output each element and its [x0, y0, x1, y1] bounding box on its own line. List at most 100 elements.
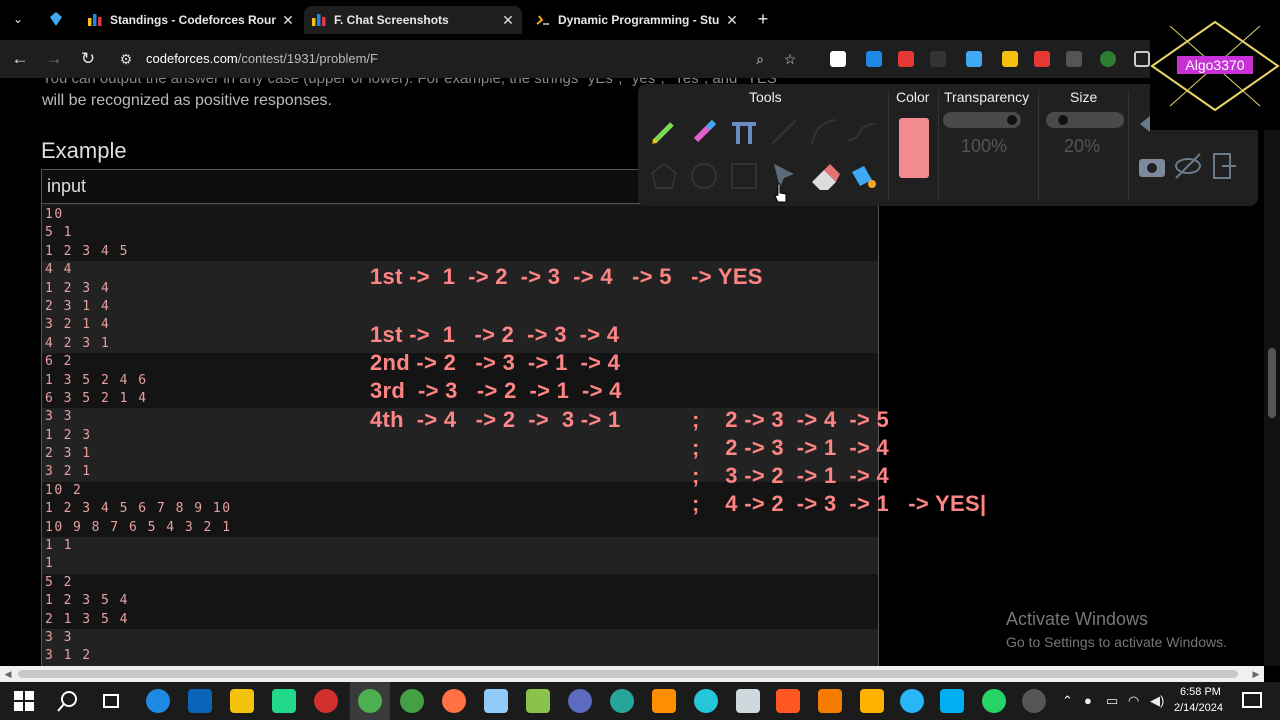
app-icon[interactable] [610, 689, 634, 713]
firefox-icon[interactable] [442, 689, 466, 713]
camera-icon[interactable] [1136, 150, 1168, 182]
annotation-line: ; 2 -> 3 -> 4 -> 5 [692, 407, 890, 432]
line-icon[interactable] [768, 116, 800, 148]
sample-line: 3 3 [42, 628, 878, 648]
divider [1128, 90, 1129, 200]
pycharm-icon[interactable] [272, 689, 296, 713]
url-text[interactable]: codeforces.com/contest/1931/problem/F [146, 51, 378, 66]
task-view-icon[interactable] [100, 689, 124, 713]
extension-icon[interactable] [930, 51, 946, 67]
add-icon[interactable] [1100, 51, 1116, 67]
sublime-icon[interactable] [652, 689, 676, 713]
bookmark-star-icon[interactable]: ☆ [780, 49, 800, 69]
notepad-icon[interactable] [526, 689, 550, 713]
zoom-icon[interactable]: ⌕ [750, 49, 770, 69]
app-grid-icon[interactable] [776, 689, 800, 713]
tab-standings[interactable]: Standings - Codeforces Round ✕ [80, 6, 302, 34]
color-swatch[interactable] [899, 118, 929, 178]
divider [888, 90, 889, 200]
annotation-line: 1st -> 1 -> 2 -> 3 -> 4 [370, 322, 620, 347]
divider [1038, 90, 1039, 200]
annotation-line: 4th -> 4 -> 2 -> 3 -> 1 [370, 407, 621, 432]
opera-icon[interactable] [314, 689, 338, 713]
vscode-icon[interactable] [694, 689, 718, 713]
volume-icon[interactable]: ◀) [1150, 693, 1164, 709]
pen-icon[interactable] [648, 116, 680, 148]
text-icon[interactable] [728, 116, 760, 148]
new-tab-button[interactable]: + [752, 8, 774, 30]
circle-icon[interactable] [688, 160, 720, 192]
close-icon[interactable]: ✕ [724, 6, 740, 34]
skype-icon[interactable] [940, 689, 964, 713]
clock-time[interactable]: 6:58 PM [1180, 686, 1221, 698]
slider-knob[interactable] [1058, 115, 1068, 125]
scrollbar-thumb[interactable] [1268, 348, 1276, 418]
extensions-puzzle-icon[interactable] [1134, 51, 1150, 67]
eraser-icon[interactable] [808, 160, 840, 192]
tab-search-chevron-icon[interactable]: ⌄ [6, 8, 30, 30]
address-bar[interactable]: ⚙ codeforces.com/contest/1931/problem/F … [110, 46, 810, 72]
extension-icon[interactable] [1002, 51, 1018, 67]
app-icon[interactable] [1022, 689, 1046, 713]
browser-toolbar: ← → ↻ ⚙ codeforces.com/contest/1931/prob… [0, 40, 1160, 78]
scroll-right-icon[interactable]: ▶ [1248, 666, 1264, 682]
polygon-icon[interactable] [648, 160, 680, 192]
search-icon[interactable] [56, 689, 80, 713]
windows-start-icon[interactable] [12, 689, 36, 713]
tab-dynamic-programming[interactable]: Dynamic Programming - Study ✕ [528, 6, 746, 34]
edge-icon[interactable] [146, 689, 170, 713]
extension-icon[interactable] [830, 51, 846, 67]
scrollbar-thumb[interactable] [18, 670, 1238, 678]
outlook-icon[interactable] [188, 689, 212, 713]
studyplan-icon [536, 15, 549, 25]
chrome-icon[interactable] [400, 689, 424, 713]
highlighter-icon[interactable] [688, 116, 720, 148]
extension-icon[interactable] [866, 51, 882, 67]
download-icon[interactable] [1066, 51, 1082, 67]
microphone-icon[interactable]: ● [1084, 693, 1092, 708]
file-explorer-icon[interactable] [230, 689, 254, 713]
notification-icon[interactable] [1240, 689, 1264, 713]
back-arrow-icon[interactable]: ← [8, 47, 32, 71]
extension-icon[interactable] [1034, 51, 1050, 67]
connector-icon[interactable] [846, 116, 878, 148]
slider-knob[interactable] [1007, 115, 1017, 125]
chevron-up-icon[interactable]: ⌃ [1062, 693, 1073, 709]
clock-date[interactable]: 2/14/2024 [1174, 702, 1223, 714]
app-cube-icon[interactable] [484, 689, 508, 713]
fill-bucket-icon[interactable] [846, 160, 878, 192]
exit-icon[interactable] [1208, 150, 1240, 182]
extension-icon[interactable] [898, 51, 914, 67]
telegram-icon[interactable] [900, 689, 924, 713]
vertical-scrollbar[interactable] [1264, 78, 1280, 666]
app-icon[interactable] [860, 689, 884, 713]
site-info-icon[interactable]: ⚙ [116, 49, 136, 69]
close-icon[interactable]: ✕ [280, 6, 296, 34]
chrome-icon[interactable] [358, 689, 382, 713]
rectangle-icon[interactable] [728, 160, 760, 192]
app-check-icon[interactable] [568, 689, 592, 713]
tools-label: Tools [749, 89, 782, 105]
browser-tab-strip: ⌄ Standings - Codeforces Round ✕ F. Chat… [0, 0, 1280, 40]
annotation-line: 3rd -> 3 -> 2 -> 1 -> 4 [370, 378, 622, 403]
hand-cursor-icon [774, 183, 787, 203]
sample-line: 1 1 [42, 537, 878, 556]
battery-icon[interactable]: ▭ [1106, 693, 1118, 709]
diamond-icon[interactable] [966, 51, 982, 67]
app-window-icon[interactable] [736, 689, 760, 713]
whatsapp-icon[interactable] [982, 689, 1006, 713]
annotation-line: ; 3 -> 2 -> 1 -> 4 [692, 463, 890, 488]
horizontal-scrollbar[interactable]: ◀ ▶ [0, 666, 1264, 682]
curve-icon[interactable] [808, 116, 840, 148]
scroll-left-icon[interactable]: ◀ [0, 666, 16, 682]
wifi-icon[interactable]: ◠ [1128, 693, 1139, 709]
tab-chat-screenshots[interactable]: F. Chat Screenshots ✕ [304, 6, 522, 34]
reload-icon[interactable]: ↻ [76, 47, 100, 71]
matlab-icon[interactable] [818, 689, 842, 713]
close-icon[interactable]: ✕ [500, 6, 516, 34]
transparency-slider[interactable] [943, 112, 1021, 128]
forward-arrow-icon[interactable]: → [42, 47, 66, 71]
size-slider[interactable] [1046, 112, 1124, 128]
pinned-tab[interactable] [42, 8, 70, 30]
hide-eye-icon[interactable] [1172, 150, 1204, 182]
